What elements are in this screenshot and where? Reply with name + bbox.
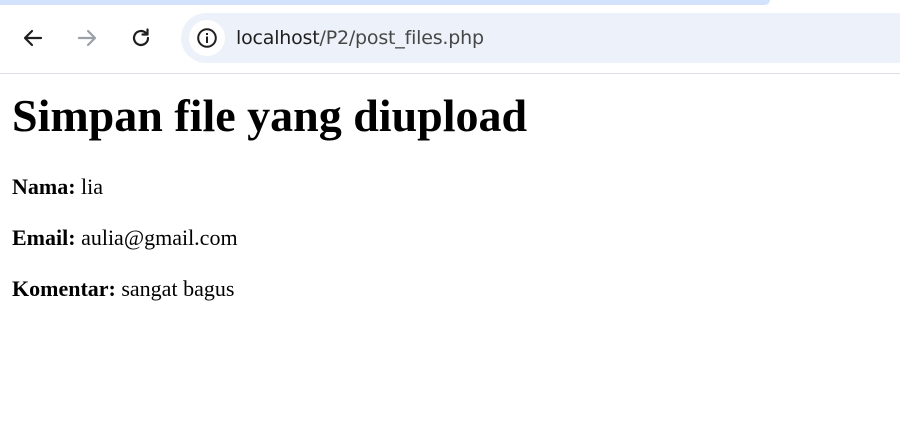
page-title: Simpan file yang diupload — [12, 90, 528, 141]
field-label: Komentar: — [12, 276, 116, 301]
field-email: Email: aulia@gmail.com — [12, 225, 238, 251]
url-path: /P2/post_files.php — [319, 27, 485, 49]
url-text[interactable]: localhost/P2/post_files.php — [236, 26, 484, 50]
page-content: Simpan file yang diupload Nama: lia Emai… — [0, 90, 900, 301]
field-label: Nama: — [12, 174, 76, 199]
field-nama: Nama: lia — [12, 174, 103, 200]
url-host: localhost — [236, 27, 320, 49]
reload-icon — [132, 28, 150, 47]
arrow-left-icon — [23, 29, 43, 47]
field-label: Email: — [12, 225, 76, 250]
reload-button[interactable] — [125, 22, 157, 54]
field-value: aulia@gmail.com — [81, 225, 238, 250]
forward-button[interactable] — [71, 22, 103, 54]
browser-toolbar: localhost/P2/post_files.php — [0, 0, 900, 74]
tab-strip — [0, 0, 770, 5]
back-button[interactable] — [17, 22, 49, 54]
field-komentar: Komentar: sangat bagus — [12, 276, 234, 302]
address-bar[interactable]: localhost/P2/post_files.php — [181, 13, 900, 63]
site-info-button[interactable] — [189, 20, 225, 56]
arrow-right-icon — [77, 29, 97, 47]
info-circle-icon — [197, 28, 217, 48]
field-value: lia — [81, 174, 104, 199]
field-value: sangat bagus — [121, 276, 235, 301]
